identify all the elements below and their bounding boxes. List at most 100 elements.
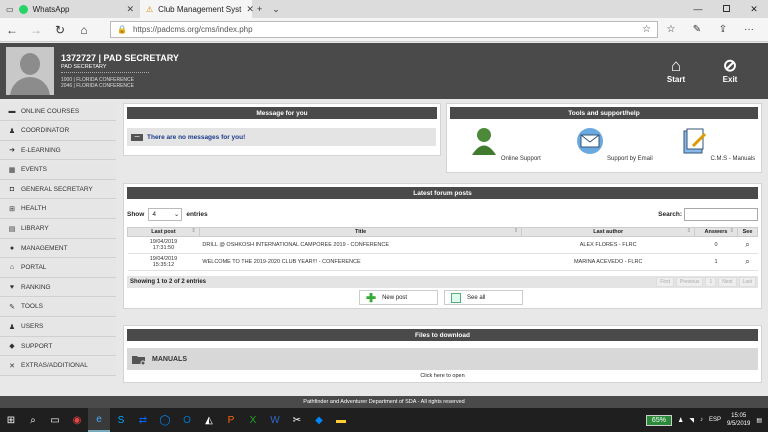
column-header[interactable]: Title ⇕ xyxy=(198,227,523,237)
panel-title: Latest forum posts xyxy=(127,187,758,199)
share-icon[interactable]: ⇪ xyxy=(710,24,736,35)
sidebar-item-tools[interactable]: ✎ TOOLS xyxy=(0,297,116,317)
pager-page[interactable]: 1 xyxy=(705,277,717,287)
tab-list-icon[interactable]: ▭ xyxy=(6,5,14,14)
sidebar-item-extras[interactable]: ✕ EXTRAS/ADDITIONAL xyxy=(0,356,116,376)
new-post-button[interactable]: ✚ New post xyxy=(359,290,438,305)
favorite-icon[interactable]: ☆ xyxy=(642,24,651,35)
dropbox-icon[interactable]: ◆ xyxy=(308,408,330,432)
address-bar: ← → ↻ ⌂ 🔒 https://padcms.org/cms/index.p… xyxy=(0,18,768,42)
volume-icon[interactable]: ♪ xyxy=(700,417,703,423)
folder-icon[interactable]: ▬ xyxy=(330,408,352,432)
table-info-text: Showing 1 to 2 of 2 entries xyxy=(130,279,207,285)
click-to-open-link[interactable]: Click here to open xyxy=(124,373,761,379)
cms-manuals-link[interactable]: C.M.S - Manuals xyxy=(677,126,757,162)
view-icon[interactable]: ⌕ xyxy=(745,240,749,249)
see-all-label: See all xyxy=(467,294,486,301)
forum-panel: Latest forum posts Show 4 ⌄ entries Searc… xyxy=(123,183,762,309)
entries-select[interactable]: 4 ⌄ xyxy=(148,207,183,221)
column-header[interactable]: Answers ⇕ xyxy=(694,227,738,237)
column-header[interactable]: Last post ⇕ xyxy=(127,227,200,237)
chrome-icon[interactable]: ◉ xyxy=(66,408,88,432)
exit-button[interactable]: ⊘ Exit xyxy=(712,57,748,85)
photoshop-icon[interactable]: P xyxy=(220,408,242,432)
sidebar: ▬ ONLINE COURSES ♟ COORDINATOR ➜ E-LEARNING… xyxy=(0,102,116,376)
panel-title: Message for you xyxy=(127,107,437,119)
manuals-folder[interactable]: MANUALS xyxy=(127,348,758,370)
sidebar-item-events[interactable]: ▦ EVENTS xyxy=(0,160,116,180)
answers-cell: 1 xyxy=(694,253,738,271)
sidebar-item-management[interactable]: ● MANAGEMENT xyxy=(0,239,116,259)
network-icon[interactable]: ◥ xyxy=(689,417,694,424)
new-tab-icon[interactable]: + xyxy=(252,4,267,14)
battery-indicator[interactable]: 65% xyxy=(645,414,672,426)
clock[interactable]: 15:05 9/5/2019 xyxy=(727,412,750,428)
entries-value: 4 xyxy=(152,210,156,218)
pen-icon[interactable]: ✎ xyxy=(684,24,710,35)
sidebar-item-health[interactable]: ⊞ HEALTH xyxy=(0,199,116,219)
edge-icon[interactable]: e xyxy=(88,408,110,432)
more-icon[interactable]: ··· xyxy=(736,24,762,35)
pager-next[interactable]: Next xyxy=(718,277,737,287)
new-post-label: New post xyxy=(382,294,408,301)
language-indicator[interactable]: ESP xyxy=(709,417,721,423)
sidebar-item-general-secretary[interactable]: ◘ GENERAL SECRETARY xyxy=(0,180,116,200)
word-icon[interactable]: W xyxy=(264,408,286,432)
tab-whatsapp[interactable]: ▭ WhatsApp ✕ xyxy=(0,0,140,18)
users-icon: ♟ xyxy=(8,323,16,331)
close-window-icon[interactable]: ✕ xyxy=(740,4,768,15)
view-icon[interactable]: ⌕ xyxy=(745,257,749,266)
start-button[interactable]: ⌂ Start xyxy=(658,57,694,85)
see-all-button[interactable]: See all xyxy=(444,290,523,305)
sidebar-item-support[interactable]: ◆ SUPPORT xyxy=(0,337,116,357)
favorites-icon[interactable]: ☆ xyxy=(658,24,684,35)
chevron-down-icon[interactable]: ⌄ xyxy=(267,4,285,15)
sidebar-item-users[interactable]: ♟ USERS xyxy=(0,317,116,337)
back-icon[interactable]: ← xyxy=(0,23,24,37)
message-text: There are no messages for you! xyxy=(147,133,246,141)
skype-icon[interactable]: S xyxy=(110,408,132,432)
forward-icon[interactable]: → xyxy=(24,23,48,37)
online-support-link[interactable]: Online Support xyxy=(465,126,545,162)
sidebar-item-coordinator[interactable]: ♟ COORDINATOR xyxy=(0,121,116,141)
pager-last[interactable]: Last xyxy=(738,277,756,287)
user-conference-2: 2046 | FLORIDA CONFERENCE xyxy=(61,83,134,89)
column-header[interactable]: Last author ⇕ xyxy=(521,227,696,237)
arrow-icon: ➜ xyxy=(9,147,15,155)
windows-start-icon[interactable]: ⊞ xyxy=(0,408,22,432)
maximize-icon[interactable] xyxy=(712,4,740,15)
column-header[interactable]: See xyxy=(737,227,758,237)
task-view-icon[interactable]: ▭ xyxy=(44,408,66,432)
close-icon[interactable]: ✕ xyxy=(126,4,134,15)
people-icon[interactable]: ♟ xyxy=(678,417,683,424)
tool-icon[interactable]: ✂ xyxy=(286,408,308,432)
sort-icon: ⇕ xyxy=(686,228,692,234)
minimize-icon[interactable]: — xyxy=(684,4,712,15)
support-email-link[interactable]: Support by Email xyxy=(574,126,654,162)
column-label: Last author xyxy=(593,229,624,235)
search-label: Search: xyxy=(658,210,682,218)
messenger-icon[interactable]: ◯ xyxy=(154,408,176,432)
sidebar-item-online-courses[interactable]: ▬ ONLINE COURSES xyxy=(0,102,116,121)
sidebar-item-library[interactable]: ▤ LIBRARY xyxy=(0,219,116,239)
search-input[interactable] xyxy=(684,207,758,221)
sort-icon: ⇕ xyxy=(513,228,519,234)
notifications-icon[interactable]: ▤ xyxy=(756,417,762,424)
search-icon[interactable]: ⌕ xyxy=(22,408,44,432)
pager-previous[interactable]: Previous xyxy=(676,277,704,287)
excel-icon[interactable]: X xyxy=(242,408,264,432)
sidebar-item-portal[interactable]: ⌂ PORTAL xyxy=(0,258,116,278)
tab-club-management[interactable]: ⚠ Club Management Syst ✕ xyxy=(140,0,254,18)
home-icon[interactable]: ⌂ xyxy=(72,23,96,37)
refresh-icon[interactable]: ↻ xyxy=(48,23,72,37)
monitor-icon: ▬ xyxy=(8,107,16,115)
folder-icon xyxy=(132,355,146,365)
teamviewer-icon[interactable]: ⇄ xyxy=(132,408,154,432)
sidebar-item-e-learning[interactable]: ➜ E-LEARNING xyxy=(0,141,116,161)
inkscape-icon[interactable]: ◭ xyxy=(198,408,220,432)
outlook-icon[interactable]: O xyxy=(176,408,198,432)
pager-first[interactable]: First xyxy=(656,277,675,287)
tool-label: Online Support xyxy=(500,156,541,162)
url-field[interactable]: 🔒 https://padcms.org/cms/index.php ☆ xyxy=(110,21,658,38)
sidebar-item-ranking[interactable]: ♥ RANKING xyxy=(0,278,116,298)
